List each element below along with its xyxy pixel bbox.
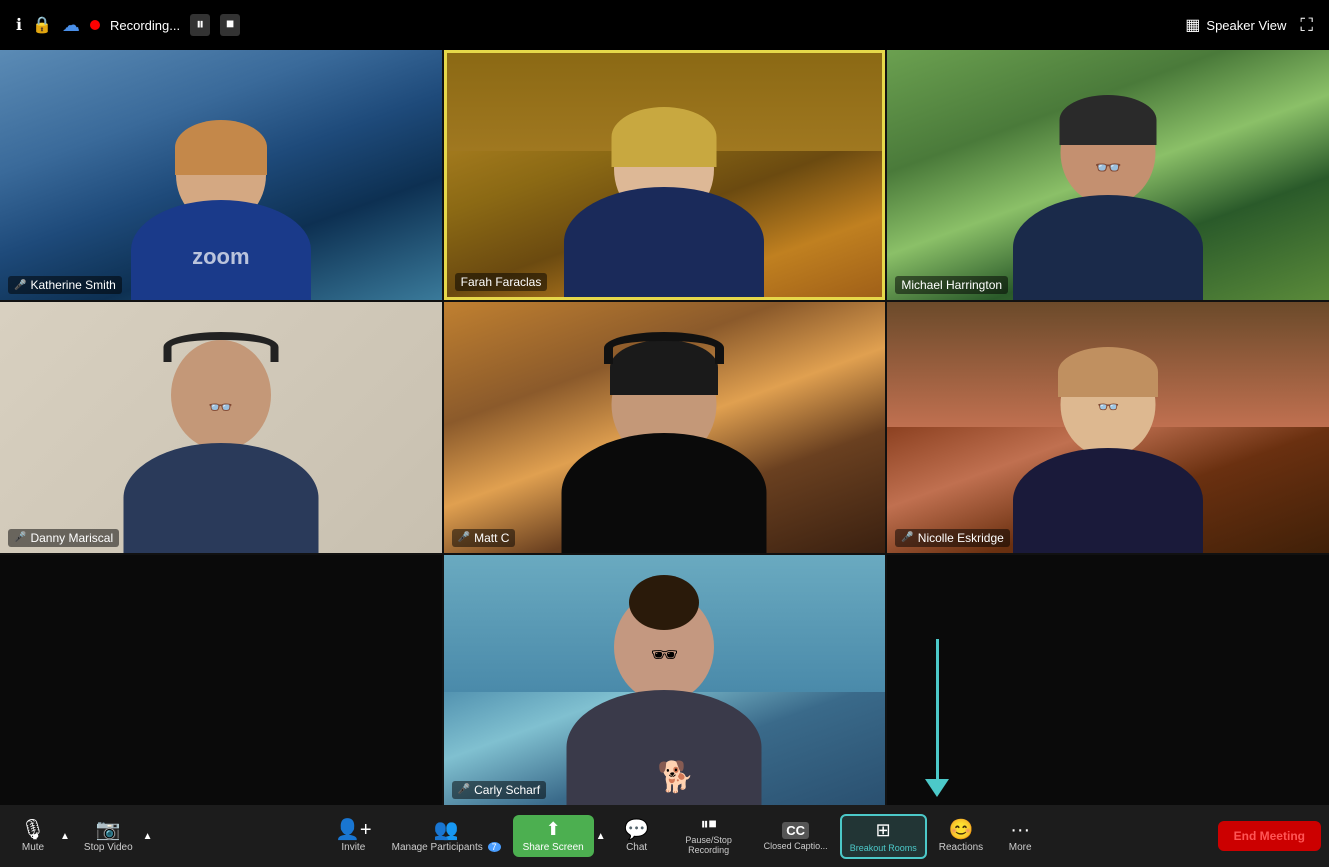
- video-cell-empty-1: [0, 555, 442, 805]
- participant-name-carly: Carly Scharf: [474, 783, 540, 797]
- chat-icon: 💬: [624, 820, 649, 840]
- toolbar-center: 👤+ Invite 👥 Manage Participants 7 ⬆ Shar…: [327, 813, 1045, 859]
- video-cell-empty-2: [887, 555, 1329, 805]
- breakout-rooms-icon: ⊞: [876, 820, 891, 841]
- more-button[interactable]: ··· More: [995, 816, 1045, 857]
- top-bar-right: ▦ Speaker View ⛶: [1185, 15, 1313, 36]
- speaker-view-label: Speaker View: [1206, 18, 1286, 33]
- stop-video-caret[interactable]: ▲: [141, 816, 155, 857]
- toolbar: 🎙 Mute ▲ 📷 Stop Video ▲ 👤+ Invite 👥 Mana…: [0, 805, 1329, 867]
- mute-icon: 🎙: [20, 820, 45, 840]
- mute-button-group: 🎙 Mute ▲: [8, 816, 72, 857]
- closed-captions-label: Closed Captio...: [764, 841, 828, 851]
- invite-label: Invite: [341, 842, 365, 853]
- stop-video-button-group: 📷 Stop Video ▲: [76, 816, 155, 857]
- mic-off-icon-nicolle: 🎤: [901, 532, 913, 543]
- chat-label: Chat: [626, 842, 647, 853]
- video-cell-matt: 🎤 Matt C: [444, 302, 886, 552]
- info-icon[interactable]: ℹ: [16, 15, 22, 35]
- fullscreen-icon[interactable]: ⛶: [1300, 15, 1313, 36]
- chat-button[interactable]: 💬 Chat: [612, 816, 662, 857]
- video-cell-nicolle: 👓 🎤 Nicolle Eskridge: [887, 302, 1329, 552]
- closed-captions-button[interactable]: CC Closed Captio...: [756, 818, 836, 855]
- participant-name-matt: Matt C: [474, 531, 509, 545]
- participant-name-katherine: Katherine Smith: [30, 278, 115, 292]
- participant-name-nicolle: Nicolle Eskridge: [918, 531, 1004, 545]
- pause-stop-recording-button[interactable]: ⏸⏹ Pause/Stop Recording: [666, 813, 752, 859]
- name-label-matt: 🎤 Matt C: [452, 529, 516, 547]
- participants-count-badge: 7: [488, 842, 501, 852]
- mute-label: Mute: [22, 842, 44, 853]
- share-screen-caret[interactable]: ▲: [594, 815, 608, 857]
- more-icon: ···: [1010, 820, 1030, 840]
- manage-participants-button[interactable]: 👥 Manage Participants 7: [384, 816, 509, 857]
- speaker-view-button[interactable]: ▦ Speaker View: [1185, 15, 1286, 35]
- pause-button[interactable]: ⏸: [190, 14, 210, 36]
- video-cell-carly: 🕶 🐕 🎤 Carly Scharf: [444, 555, 886, 805]
- name-label-carly: 🎤 Carly Scharf: [452, 781, 546, 799]
- mic-off-icon-carly: 🎤: [458, 784, 470, 795]
- pause-recording-icon: ⏸⏹: [701, 817, 717, 833]
- video-cell-michael: 👓 Michael Harrington: [887, 50, 1329, 300]
- name-label-farah: Farah Faraclas: [455, 273, 548, 291]
- invite-button[interactable]: 👤+ Invite: [327, 816, 380, 857]
- reactions-button[interactable]: 😊 Reactions: [931, 816, 991, 857]
- share-screen-button[interactable]: ⬆ Share Screen: [513, 815, 594, 857]
- name-label-katherine: 🎤 Katherine Smith: [8, 276, 122, 294]
- end-meeting-button[interactable]: End Meeting: [1218, 821, 1321, 851]
- invite-icon: 👤+: [335, 820, 372, 840]
- pause-recording-label: Pause/Stop Recording: [674, 835, 744, 855]
- participant-name-michael: Michael Harrington: [901, 278, 1002, 292]
- name-label-michael: Michael Harrington: [895, 276, 1008, 294]
- participant-name-danny: Danny Mariscal: [30, 531, 113, 545]
- manage-participants-label: Manage Participants 7: [392, 842, 501, 853]
- mute-caret[interactable]: ▲: [58, 816, 72, 857]
- share-screen-icon: ⬆: [546, 819, 561, 840]
- reactions-label: Reactions: [939, 842, 983, 853]
- share-screen-label: Share Screen: [523, 842, 584, 853]
- stop-video-button[interactable]: 📷 Stop Video: [76, 816, 141, 857]
- speaker-view-icon: ▦: [1185, 15, 1200, 35]
- breakout-rooms-label: Breakout Rooms: [850, 843, 917, 853]
- participant-name-farah: Farah Faraclas: [461, 275, 542, 289]
- zoom-cloud-icon: ☁: [62, 15, 80, 36]
- breakout-rooms-button[interactable]: ⊞ Breakout Rooms: [840, 814, 927, 859]
- video-grid: zoom 🎤 Katherine Smith Farah Faraclas: [0, 50, 1329, 805]
- video-cell-danny: 👓 🎤 Danny Mariscal: [0, 302, 442, 552]
- recording-label: Recording...: [110, 18, 180, 33]
- top-bar: ℹ 🔒 ☁ Recording... ⏸ ⏹ ▦ Speaker View ⛶: [0, 0, 1329, 50]
- participants-icon: 👥: [434, 820, 459, 840]
- video-cell-katherine: zoom 🎤 Katherine Smith: [0, 50, 442, 300]
- arrow-head: [925, 779, 949, 797]
- video-cell-farah: Farah Faraclas: [444, 50, 886, 300]
- name-label-nicolle: 🎤 Nicolle Eskridge: [895, 529, 1010, 547]
- end-meeting-label: End Meeting: [1234, 829, 1305, 843]
- reactions-icon: 😊: [949, 820, 974, 840]
- more-label: More: [1009, 842, 1032, 853]
- video-icon: 📷: [96, 820, 121, 840]
- lock-icon[interactable]: 🔒: [32, 15, 52, 35]
- mic-off-icon-katherine: 🎤: [14, 280, 26, 291]
- mic-off-icon-danny: 🎤: [14, 532, 26, 543]
- recording-dot: [90, 20, 100, 30]
- share-screen-button-group: ⬆ Share Screen ▲: [513, 815, 608, 857]
- mic-off-icon-matt: 🎤: [458, 532, 470, 543]
- name-label-danny: 🎤 Danny Mariscal: [8, 529, 119, 547]
- arrow-line: [936, 639, 939, 779]
- top-bar-left: ℹ 🔒 ☁ Recording... ⏸ ⏹: [16, 14, 240, 36]
- toolbar-left: 🎙 Mute ▲ 📷 Stop Video ▲: [8, 816, 155, 857]
- stop-recording-button[interactable]: ⏹: [220, 14, 240, 36]
- mute-button[interactable]: 🎙 Mute: [8, 816, 58, 857]
- cc-icon: CC: [782, 822, 809, 839]
- stop-video-label: Stop Video: [84, 842, 133, 853]
- toolbar-right: End Meeting: [1218, 821, 1321, 851]
- arrow-indicator: [925, 639, 949, 797]
